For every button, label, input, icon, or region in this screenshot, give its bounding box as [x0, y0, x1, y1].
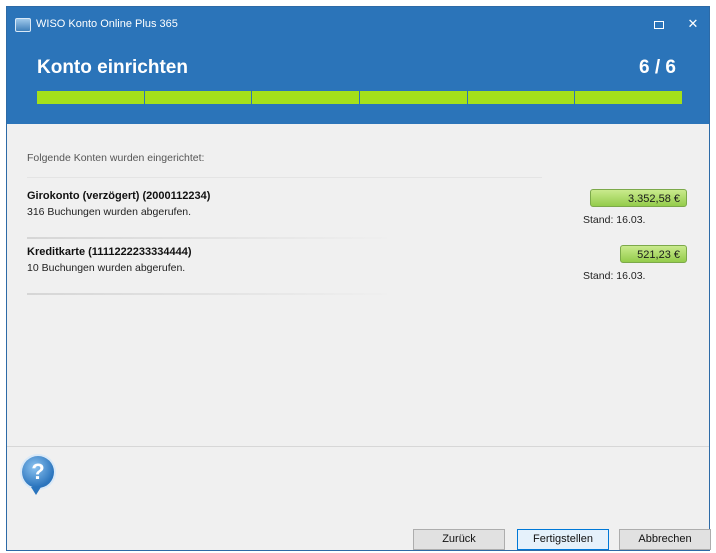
progress-segment	[575, 91, 683, 104]
balance-badge: 3.352,58 €	[590, 189, 687, 207]
help-icon-tail	[31, 487, 41, 495]
maximize-icon	[654, 20, 664, 29]
page-title: Konto einrichten	[37, 57, 188, 78]
close-icon: ✕	[687, 16, 699, 31]
window-title: WISO Konto Online Plus 365	[36, 18, 178, 30]
divider	[27, 293, 387, 295]
account-row: Girokonto (verzögert) (2000112234) 316 B…	[27, 184, 687, 240]
progress-segment	[467, 91, 576, 104]
setup-window: WISO Konto Online Plus 365 ✕ Konto einri…	[6, 6, 711, 551]
account-row: Kreditkarte (1111222233334444) 10 Buchun…	[27, 240, 687, 296]
wizard-header: Konto einrichten 6 / 6	[7, 42, 709, 124]
finish-button[interactable]: Fertigstellen	[517, 529, 609, 550]
account-detail: 316 Buchungen wurden abgerufen.	[27, 206, 192, 218]
balance-badge: 521,23 €	[620, 245, 687, 263]
progress-segment	[37, 91, 145, 104]
cancel-button[interactable]: Abbrechen	[619, 529, 711, 550]
progress-segment	[144, 91, 253, 104]
account-name: Girokonto (verzögert) (2000112234)	[27, 190, 211, 202]
stand-date: Stand: 16.03.	[583, 270, 646, 282]
step-progress-bar	[37, 91, 683, 104]
account-detail: 10 Buchungen wurden abgerufen.	[27, 262, 186, 274]
footer-divider	[7, 446, 709, 447]
divider	[27, 237, 387, 239]
button-bar: Zurück Fertigstellen Abbrechen	[7, 512, 711, 550]
account-name: Kreditkarte (1111222233334444)	[27, 246, 192, 258]
step-counter: 6 / 6	[639, 57, 676, 78]
back-button[interactable]: Zurück	[413, 529, 505, 550]
progress-segment	[252, 91, 361, 104]
close-button[interactable]: ✕	[682, 13, 704, 35]
maximize-button[interactable]	[648, 13, 670, 35]
stand-date: Stand: 16.03.	[583, 214, 646, 226]
progress-segment	[360, 91, 468, 104]
app-icon	[15, 18, 31, 32]
help-icon[interactable]: ?	[22, 456, 54, 488]
divider	[27, 177, 542, 178]
content-area: Folgende Konten wurden eingerichtet: Gir…	[7, 124, 709, 446]
title-bar[interactable]: WISO Konto Online Plus 365 ✕	[7, 7, 709, 42]
intro-text: Folgende Konten wurden eingerichtet:	[27, 152, 205, 164]
